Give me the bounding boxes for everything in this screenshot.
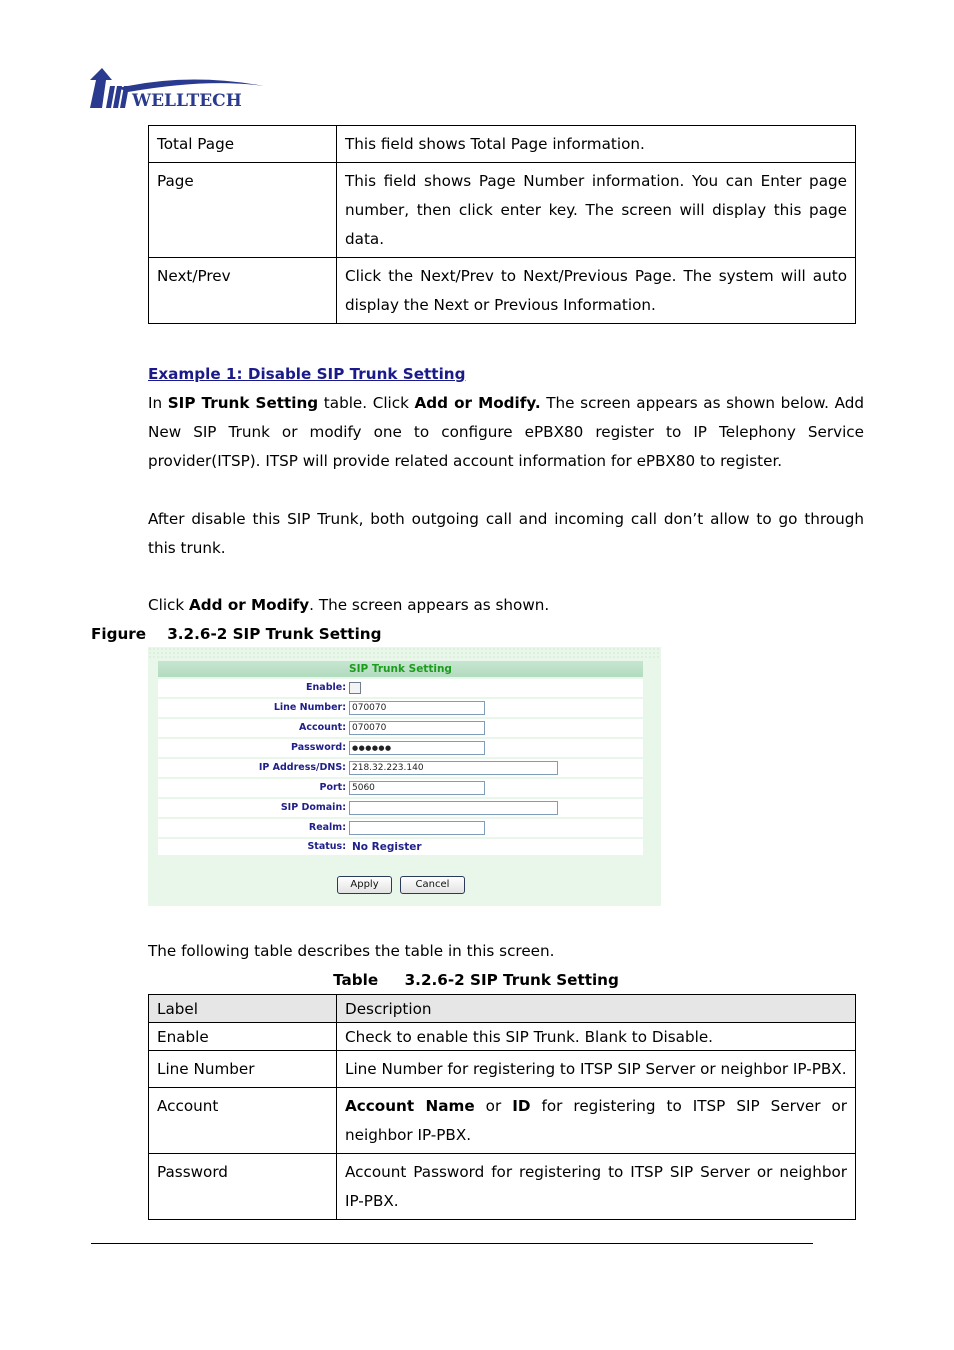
line-number-input[interactable]: 070070 [349,701,485,715]
cell-description: Check to enable this SIP Trunk. Blank to… [336,1022,856,1051]
bold-text: Add or Modify [189,596,310,614]
pagination-fields-table: Total Page This field shows Total Page i… [148,125,856,324]
cell-label: Total Page [148,125,337,163]
sip-trunk-description-table: Label Description Enable Check to enable… [148,994,856,1220]
form-row-ip-address: IP Address/DNS: 218.32.223.140 [158,759,643,777]
cancel-button[interactable]: Cancel [400,876,465,894]
form-row-port: Port: 5060 [158,779,643,797]
cell-description: Account Password for registering to ITSP… [336,1153,856,1220]
cell-description: Line Number for registering to ITSP SIP … [336,1050,856,1088]
table-row: Enable Check to enable this SIP Trunk. B… [148,1022,856,1051]
field-label: Enable: [306,682,346,693]
cell-label: Page [148,162,337,258]
ip-address-input[interactable]: 218.32.223.140 [349,761,558,775]
field-label: Port: [319,782,346,793]
cell-description: This field shows Total Page information. [336,125,856,163]
sip-trunk-setting-figure: SIP Trunk Setting Enable: Line Number: 0… [148,647,661,906]
bold-text: Add or Modify. [414,394,541,412]
intro-text: The following table describes the table … [148,942,555,960]
table-row: Next/Prev Click the Next/Prev to Next/Pr… [148,257,856,324]
example-paragraph-2: After disable this SIP Trunk, both outgo… [148,510,864,557]
field-label: IP Address/DNS: [258,762,346,773]
form-row-line-number: Line Number: 070070 [158,699,643,717]
table-row: Account Account Name or ID for registeri… [148,1087,856,1154]
form-title: SIP Trunk Setting [158,661,643,677]
table-row: Line Number Line Number for registering … [148,1050,856,1088]
port-input[interactable]: 5060 [349,781,485,795]
table-row: Total Page This field shows Total Page i… [148,125,856,163]
field-label: Status: [307,841,346,852]
cell-label: Line Number [148,1050,337,1088]
welltech-logo: WELLTECH [88,66,268,111]
cell-label: Enable [148,1022,337,1051]
field-label: Account: [298,722,346,733]
welltech-logo-icon: WELLTECH [90,68,264,111]
sip-domain-input[interactable] [349,801,558,815]
form-row-password: Password: ●●●●●● [158,739,643,757]
field-label: Realm: [308,822,346,833]
account-input[interactable]: 070070 [349,721,485,735]
form-row-enable: Enable: [158,679,643,697]
realm-input[interactable] [349,821,485,835]
form-row-sip-domain: SIP Domain: [158,799,643,817]
cell-label: Account [148,1087,337,1154]
text: In [148,394,168,412]
text: Click [148,596,190,614]
cell-description: Account Name or ID for registering to IT… [336,1087,856,1154]
table-header-row: Label Description [148,994,856,1023]
field-label: Password: [290,742,346,753]
cell-label: Password [148,1153,337,1220]
field-label: Line Number: [273,702,346,713]
header-label: Label [148,994,337,1023]
text: . The screen appears as shown. [309,596,550,614]
figure-caption: Figure 3.2.6-2 SIP Trunk Setting [91,625,382,643]
text: table. Click [318,394,415,412]
example-heading-link[interactable]: Example 1: Disable SIP Trunk Setting [148,360,465,389]
text: or [474,1097,513,1115]
status-value: No Register [352,841,422,853]
form-row-realm: Realm: [158,819,643,837]
footer-divider [91,1243,813,1244]
field-label: SIP Domain: [280,802,346,813]
bold-text: ID [512,1097,531,1115]
bold-text: SIP Trunk Setting [167,394,319,412]
form-row-account: Account: 070070 [158,719,643,737]
password-input[interactable]: ●●●●●● [349,741,485,755]
example-paragraph-1: In SIP Trunk Setting table. Click Add or… [148,389,864,476]
sip-trunk-form: SIP Trunk Setting Enable: Line Number: 0… [158,661,643,855]
table-row: Password Account Password for registerin… [148,1153,856,1220]
table-row: Page This field shows Page Number inform… [148,162,856,258]
bold-text: Account Name [345,1097,475,1115]
decorative-pattern [148,647,661,659]
enable-checkbox[interactable] [349,682,361,694]
cell-label: Next/Prev [148,257,337,324]
apply-button[interactable]: Apply [337,876,392,894]
cell-description: This field shows Page Number information… [336,162,856,258]
logo-text: WELLTECH [131,91,242,110]
cell-description: Click the Next/Prev to Next/Previous Pag… [336,257,856,324]
table-caption: Table 3.2.6-2 SIP Trunk Setting [333,971,619,989]
example-paragraph-3: Click Add or Modify. The screen appears … [148,591,864,620]
form-row-status: Status: No Register [158,839,643,855]
header-description: Description [336,994,856,1023]
